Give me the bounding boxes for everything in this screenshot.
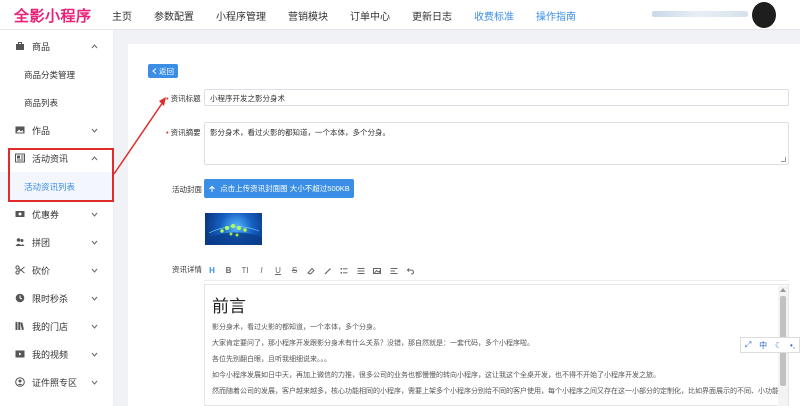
summary-label: • 资讯摘要 [166,128,201,137]
chevron-down-icon [90,378,98,386]
editor-paragraph: 然而随着公司的发展，客户越来越多，核心功能相同的小程序，需要上架多个小程序分别给… [212,388,789,395]
sidebar-item-label: 作品 [32,125,51,136]
upload-icon [209,185,216,192]
editor-toolbar: H B TI I U S [204,261,789,281]
back-button[interactable]: 返回 [148,64,178,78]
font-size-button[interactable]: TI [237,263,253,279]
sidebar-item-label: 拼团 [32,237,51,248]
scroll-up-arrow-icon[interactable] [780,288,786,292]
editor-paragraph: 各位先别翻白眼，且听我细细说来。。。 [212,356,331,363]
chevron-down-icon [90,294,98,302]
nav-marketing[interactable]: 营销模块 [288,8,328,23]
sidebar-sub-label: 商品列表 [24,98,59,108]
sidebar-item-flash-sale[interactable]: 限时秒杀 [0,284,114,312]
chevron-down-icon [90,210,98,218]
clock-icon [14,292,26,304]
sidebar-item-label: 限时秒杀 [32,293,69,304]
sidebar-item-works[interactable]: 作品 [0,116,114,144]
rich-text-editor[interactable]: 前言 影分身术，看过火影的都知道，一个本体，多个分身。 大家肯定要问了，那小程序… [204,284,789,406]
editor-paragraph: 影分身术，看过火影的都知道，一个本体，多个分身。 [212,324,380,331]
underline-button[interactable]: U [270,263,286,279]
brush-icon[interactable] [320,263,336,279]
nav-orders[interactable]: 订单中心 [350,8,390,23]
ime-language-toggle[interactable]: 中 [759,340,767,351]
annotation-highlight-box [8,148,114,202]
bold-button[interactable]: B [221,263,237,279]
sidebar-item-coupon[interactable]: 优惠券 [0,200,114,228]
scissors-icon [14,264,26,276]
image-insert-icon[interactable] [369,263,385,279]
chevron-left-icon [152,68,157,74]
title-input[interactable]: 小程序开发之影分身术 [204,89,789,106]
heading-button[interactable]: H [204,263,220,279]
summary-text: 影分身术，看过火影的都知道，一个本体，多个分身。 [210,128,390,137]
sidebar-item-videos[interactable]: 我的视频 [0,340,114,368]
sidebar-item-label: 我的门店 [32,321,69,332]
sidebar-sub-goods-list[interactable]: 商品列表 [0,88,114,116]
id-photo-icon [14,376,26,388]
undo-icon[interactable] [402,263,418,279]
align-icon[interactable] [386,263,402,279]
nav-params[interactable]: 参数配置 [154,8,194,23]
resize-handle[interactable] [781,157,786,162]
ticket-icon [14,208,26,220]
nav-guide[interactable]: 操作指南 [536,8,576,23]
top-nav: 主页 参数配置 小程序管理 营销模块 订单中心 更新日志 收费标准 操作指南 [112,0,576,30]
user-name-blurred[interactable] [652,11,748,17]
nav-changelog[interactable]: 更新日志 [412,8,452,23]
avatar[interactable] [752,2,776,28]
cover-image[interactable] [205,213,262,245]
sidebar-item-id-photo[interactable]: 证件照专区 [0,368,114,396]
summary-textarea[interactable]: 影分身术，看过火影的都知道，一个本体，多个分身。 [204,122,789,165]
editor-heading: 前言 [212,297,246,316]
sidebar-item-label: 商品 [32,41,51,52]
top-bar: 全影小程序 主页 参数配置 小程序管理 营销模块 订单中心 更新日志 收费标准 … [0,0,800,30]
nav-pricing[interactable]: 收费标准 [474,8,514,23]
nav-home[interactable]: 主页 [112,8,132,23]
nav-miniprogram[interactable]: 小程序管理 [216,8,266,23]
editor-paragraph: 大家肯定要问了，那小程序开发跟影分身术有什么关系？没错，那自然就是：一套代码，多… [212,340,534,347]
chevron-down-icon [90,266,98,274]
moon-icon[interactable]: ☾ [775,341,782,350]
library-icon [14,320,26,332]
sidebar-sub-label: 商品分类管理 [24,70,76,80]
sidebar-item-label: 优惠券 [32,209,60,220]
italic-button[interactable]: I [254,263,270,279]
chevron-down-icon [90,238,98,246]
sidebar-item-label: 砍价 [32,265,51,276]
image-icon [14,124,26,136]
sidebar: 商品 商品分类管理 商品列表 作品 活动资讯 活动资讯列表 优惠券 拼团 砍价 … [0,30,114,406]
upload-button-label: 点击上传资讯封面图 大小不超过500KB [220,184,350,193]
users-icon [14,236,26,248]
title-label: • 资讯标题 [166,94,201,103]
briefcase-icon [14,40,26,52]
sidebar-item-label: 证件照专区 [32,377,78,388]
ime-toolbar: ⤢ 中 ☾ •, [740,337,800,353]
sidebar-item-bargain[interactable]: 砍价 [0,256,114,284]
cover-image-art [205,224,262,245]
expand-icon[interactable]: ⤢ [745,340,751,350]
chevron-down-icon [90,322,98,330]
bullet-list-icon[interactable] [336,263,352,279]
editor-paragraph: 如今小程序发展如日中天，再加上微信的力推，很多公司的业务也都慢慢的转向小程序，这… [212,372,660,379]
chevron-up-icon [90,42,98,50]
video-icon [14,348,26,360]
sidebar-item-group[interactable]: 拼团 [0,228,114,256]
cover-label: 活动封面 [172,185,202,194]
chevron-down-icon [90,350,98,358]
app-logo[interactable]: 全影小程序 [14,5,92,26]
sidebar-sub-goods-category[interactable]: 商品分类管理 [0,60,114,88]
sidebar-item-label: 我的视频 [32,349,69,360]
sidebar-item-stores[interactable]: 我的门店 [0,312,114,340]
back-button-label: 返回 [159,66,174,76]
eraser-icon[interactable] [303,263,319,279]
punctuation-icon[interactable]: •, [790,341,795,350]
strikethrough-button[interactable]: S [287,263,303,279]
upload-cover-button[interactable]: 点击上传资讯封面图 大小不超过500KB [204,179,354,198]
chevron-down-icon [90,126,98,134]
detail-label: 资讯详情 [172,265,202,274]
sidebar-item-goods[interactable]: 商品 [0,32,114,60]
ordered-list-icon[interactable] [353,263,369,279]
